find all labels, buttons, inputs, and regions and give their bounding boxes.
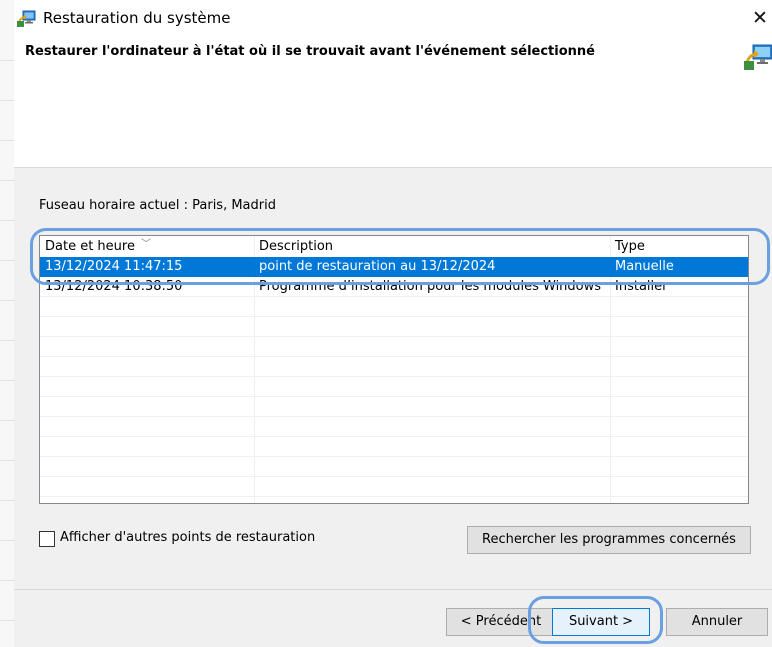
row-date: 13/12/2024 10:38:50 (45, 279, 183, 294)
close-button[interactable]: ✕ (748, 4, 772, 32)
empty-row (40, 417, 748, 437)
checkbox-label[interactable]: Afficher d'autres points de restauration (60, 530, 315, 545)
empty-row (40, 297, 748, 317)
row-date: 13/12/2024 11:47:15 (45, 259, 183, 274)
column-header-description[interactable]: Description (254, 236, 610, 257)
system-restore-icon (17, 9, 37, 27)
empty-row (40, 477, 748, 497)
empty-row (40, 457, 748, 477)
column-header-type[interactable]: Type (610, 236, 748, 257)
system-restore-icon (744, 42, 772, 70)
sort-down-icon: ﹀ (141, 239, 151, 250)
empty-row (40, 317, 748, 337)
table-row[interactable]: 13/12/2024 10:38:50 Programme d’installa… (40, 277, 748, 297)
cancel-button[interactable]: Annuler (666, 608, 768, 636)
row-description: Programme d’installation pour les module… (259, 279, 602, 294)
content-panel: Fuseau horaire actuel : Paris, Madrid Da… (14, 167, 772, 589)
next-button[interactable]: Suivant > (552, 608, 650, 636)
row-type: Installer (615, 279, 668, 294)
window-title: Restauration du système (43, 9, 231, 27)
restore-points-list[interactable]: Date et heure ﹀ Description Type 13/12/2… (39, 235, 749, 504)
title-bar: Restauration du système ✕ (14, 0, 772, 36)
empty-row (40, 377, 748, 397)
row-description: point de restauration au 13/12/2024 (259, 259, 496, 274)
header-panel: Restaurer l'ordinateur à l'état où il se… (14, 36, 772, 167)
empty-row (40, 437, 748, 457)
back-button[interactable]: < Précédent (446, 608, 556, 636)
empty-row (40, 397, 748, 417)
list-header: Date et heure ﹀ Description Type (40, 236, 748, 257)
timezone-label: Fuseau horaire actuel : Paris, Madrid (39, 198, 276, 213)
row-type: Manuelle (615, 259, 674, 274)
checkbox[interactable] (39, 531, 55, 547)
empty-row (40, 337, 748, 357)
scan-affected-programs-button[interactable]: Rechercher les programmes concernés (467, 526, 751, 554)
footer-panel: < Précédent Suivant > Annuler (14, 589, 772, 647)
background-strip (0, 0, 14, 647)
system-restore-dialog: Restauration du système ✕ Restaurer l'or… (14, 0, 772, 647)
column-header-date[interactable]: Date et heure ﹀ (40, 236, 254, 257)
page-title: Restaurer l'ordinateur à l'état où il se… (25, 44, 595, 59)
empty-row (40, 357, 748, 377)
table-row[interactable]: 13/12/2024 11:47:15 point de restauratio… (40, 257, 748, 277)
